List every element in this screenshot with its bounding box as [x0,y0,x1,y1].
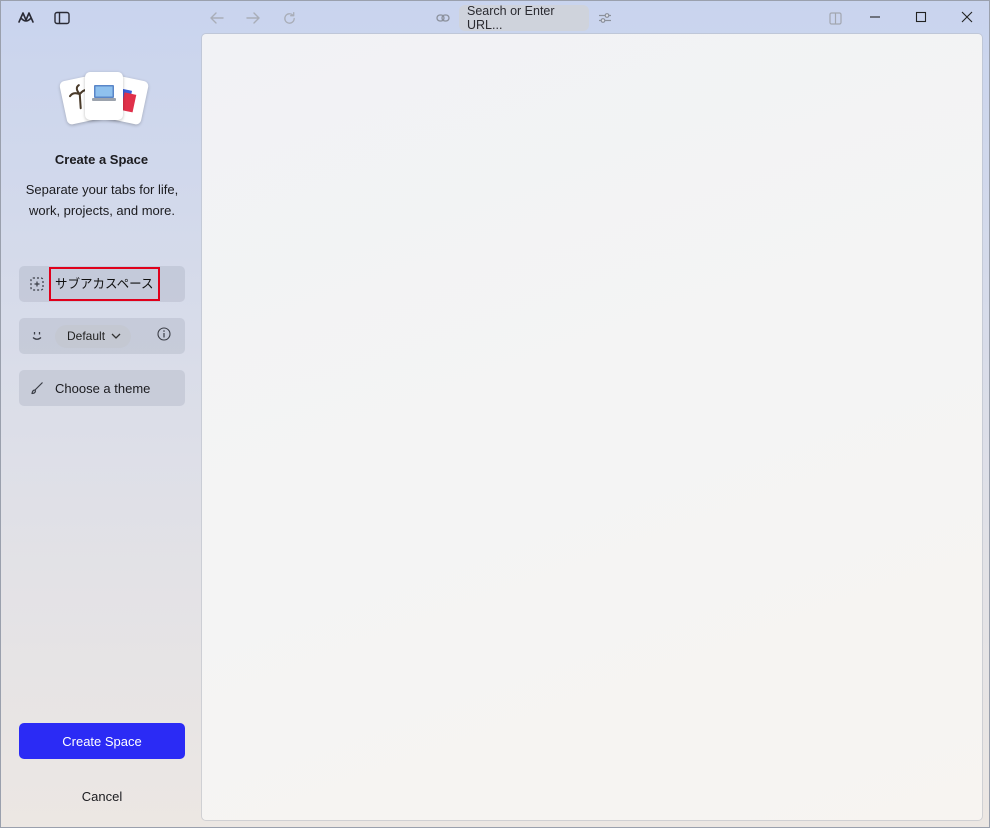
profile-dropdown[interactable]: Default [55,324,132,348]
profile-row: Default [19,318,185,354]
profile-label: Default [67,329,106,343]
split-view-icon[interactable] [823,6,847,30]
space-name-input[interactable]: サブアカスペース [49,267,160,301]
info-icon[interactable] [157,327,175,345]
page-description: Separate your tabs for life, work, proje… [25,182,179,218]
space-name-row: サブアカスペース [19,266,185,302]
sliders-icon[interactable] [593,6,617,30]
reload-icon[interactable] [277,6,301,30]
arrow-right-icon[interactable] [241,6,265,30]
url-placeholder: Search or Enter URL... [467,4,555,32]
smiley-icon [19,318,55,354]
page-title: Create a Space [54,152,149,167]
create-space-button[interactable]: Create Space [19,723,185,759]
browser-window: Search or Enter URL... Create a Space Se… [0,0,990,828]
arrow-left-icon[interactable] [205,6,229,30]
theme-label: Choose a theme [55,380,151,396]
sidebar-toggle-icon[interactable] [50,6,74,30]
brush-icon [19,370,55,406]
url-bar[interactable]: Search or Enter URL... [459,4,589,32]
link-icon[interactable] [431,6,455,30]
minimize-icon[interactable] [852,1,898,33]
arc-logo-icon[interactable] [14,6,38,30]
spaces-illustration [58,70,150,126]
content-pane [202,34,982,820]
maximize-icon[interactable] [898,1,944,33]
create-space-sidebar: Create a Space Separate your tabs for li… [1,34,202,827]
theme-row[interactable]: Choose a theme [19,370,185,406]
chevron-down-icon [111,333,121,339]
title-bar: Search or Enter URL... [1,1,989,34]
cancel-button[interactable]: Cancel [19,782,185,810]
close-icon[interactable] [944,1,989,33]
